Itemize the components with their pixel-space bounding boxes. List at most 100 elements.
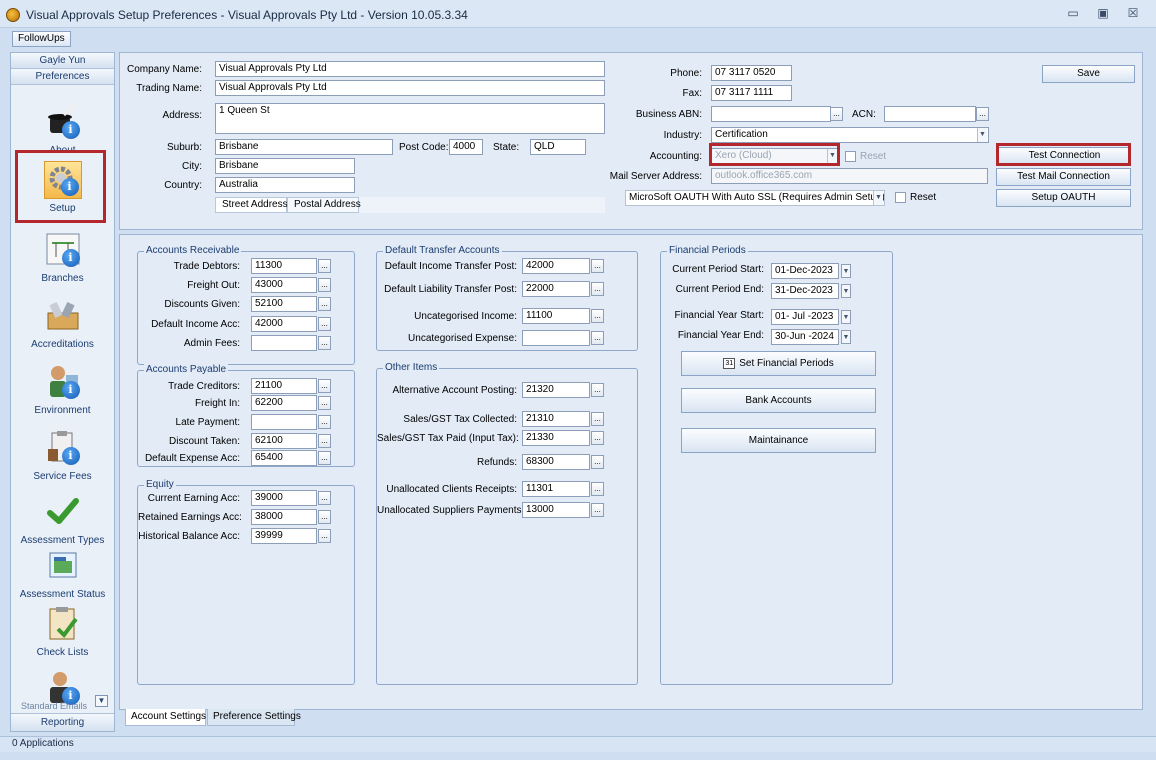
acn-lookup-button[interactable]: ... — [976, 107, 989, 121]
sidebar-item-branches[interactable]: i Branches — [11, 231, 114, 284]
acn-field[interactable] — [884, 106, 976, 122]
sidebar-item-accreditations[interactable]: Accreditations — [11, 297, 114, 350]
company-name-field[interactable]: Visual Approvals Pty Ltd — [215, 61, 605, 77]
sidebar-item-about[interactable]: i About — [11, 103, 114, 156]
chevron-down-icon[interactable]: ▼ — [841, 330, 851, 344]
gst-paid-field[interactable]: 21330 — [522, 430, 590, 446]
tab-preference-settings[interactable]: Preference Settings — [207, 709, 301, 726]
current-earning-lookup-button[interactable]: ... — [318, 491, 331, 505]
retained-earnings-field[interactable]: 38000 — [251, 509, 317, 525]
unallocated-suppliers-lookup-button[interactable]: ... — [591, 503, 604, 517]
refunds-lookup-button[interactable]: ... — [591, 455, 604, 469]
discount-taken-field[interactable]: 62100 — [251, 433, 317, 449]
trade-debtors-field[interactable]: 11300 — [251, 258, 317, 274]
alt-account-posting-lookup-button[interactable]: ... — [591, 383, 604, 397]
uncategorised-expense-field[interactable] — [522, 330, 590, 346]
fy-start-field[interactable]: 01- Jul -2023 — [771, 309, 839, 325]
income-transfer-field[interactable]: 42000 — [522, 258, 590, 274]
city-field[interactable]: Brisbane — [215, 158, 355, 174]
liability-transfer-lookup-button[interactable]: ... — [591, 282, 604, 296]
chevron-down-icon[interactable]: ▼ — [873, 191, 883, 205]
retained-earnings-lookup-button[interactable]: ... — [318, 510, 331, 524]
alt-account-posting-field[interactable]: 21320 — [522, 382, 590, 398]
trade-creditors-lookup-button[interactable]: ... — [318, 379, 331, 393]
auth-reset-checkbox[interactable] — [895, 192, 906, 203]
sidebar-item-standard-emails[interactable]: Standard Emails — [21, 701, 87, 711]
save-button[interactable]: Save — [1042, 65, 1135, 83]
uncategorised-income-lookup-button[interactable]: ... — [591, 309, 604, 323]
sidebar-item-environment[interactable]: i Environment — [11, 363, 114, 416]
abn-field[interactable] — [711, 106, 831, 122]
postcode-field[interactable]: 4000 — [449, 139, 483, 155]
historical-balance-field[interactable]: 39999 — [251, 528, 317, 544]
unallocated-clients-lookup-button[interactable]: ... — [591, 482, 604, 496]
admin-fees-lookup-button[interactable]: ... — [318, 336, 331, 350]
sidebar-section-reporting[interactable]: Reporting — [11, 713, 114, 731]
income-transfer-lookup-button[interactable]: ... — [591, 259, 604, 273]
current-period-end-field[interactable]: 31-Dec-2023 — [771, 283, 839, 299]
country-field[interactable]: Australia — [215, 177, 355, 193]
liability-transfer-field[interactable]: 22000 — [522, 281, 590, 297]
uncategorised-income-field[interactable]: 11100 — [522, 308, 590, 324]
minimize-icon[interactable]: ▭ — [1064, 6, 1082, 20]
chevron-down-icon[interactable]: ▼ — [841, 310, 851, 324]
tab-account-settings[interactable]: Account Settings — [125, 709, 206, 726]
trade-debtors-lookup-button[interactable]: ... — [318, 259, 331, 273]
fax-field[interactable]: 07 3117 1111 — [711, 85, 792, 101]
discounts-given-field[interactable]: 52100 — [251, 296, 317, 312]
setup-oauth-button[interactable]: Setup OAUTH — [996, 189, 1131, 207]
trading-name-field[interactable]: Visual Approvals Pty Ltd — [215, 80, 605, 96]
fy-end-field[interactable]: 30-Jun -2024 — [771, 329, 839, 345]
historical-balance-lookup-button[interactable]: ... — [318, 529, 331, 543]
followups-button[interactable]: FollowUps — [12, 31, 71, 47]
sidebar-item-check-lists[interactable]: Check Lists — [11, 605, 114, 658]
freight-in-lookup-button[interactable]: ... — [318, 396, 331, 410]
discounts-given-lookup-button[interactable]: ... — [318, 297, 331, 311]
late-payment-lookup-button[interactable]: ... — [318, 415, 331, 429]
trade-creditors-field[interactable]: 21100 — [251, 378, 317, 394]
default-income-field[interactable]: 42000 — [251, 316, 317, 332]
gst-paid-lookup-button[interactable]: ... — [591, 431, 604, 445]
chevron-down-icon[interactable]: ▼ — [977, 128, 987, 142]
chevron-down-icon[interactable]: ▼ — [841, 284, 851, 298]
sidebar-item-assessment-status[interactable]: Assessment Status — [11, 547, 114, 600]
default-expense-lookup-button[interactable]: ... — [318, 451, 331, 465]
auth-mode-select[interactable]: MicroSoft OAUTH With Auto SSL (Requires … — [625, 190, 885, 206]
current-period-start-field[interactable]: 01-Dec-2023 — [771, 263, 839, 279]
unallocated-suppliers-field[interactable]: 13000 — [522, 502, 590, 518]
uncategorised-expense-lookup-button[interactable]: ... — [591, 331, 604, 345]
close-icon[interactable]: ☒ — [1124, 6, 1142, 20]
gst-collected-field[interactable]: 21310 — [522, 411, 590, 427]
industry-select[interactable]: Certification — [711, 127, 989, 143]
maintainance-button[interactable]: Maintainance — [681, 428, 876, 453]
state-field[interactable]: QLD — [530, 139, 586, 155]
sidebar-item-assessment-types[interactable]: Assessment Types — [11, 493, 114, 546]
phone-field[interactable]: 07 3117 0520 — [711, 65, 792, 81]
unallocated-clients-field[interactable]: 11301 — [522, 481, 590, 497]
gst-collected-lookup-button[interactable]: ... — [591, 412, 604, 426]
suburb-field[interactable]: Brisbane — [215, 139, 393, 155]
abn-lookup-button[interactable]: ... — [830, 107, 843, 121]
address-field[interactable]: 1 Queen St — [215, 103, 605, 134]
refunds-field[interactable]: 68300 — [522, 454, 590, 470]
maximize-icon[interactable]: ▣ — [1094, 6, 1112, 20]
sidebar-section-preferences[interactable]: Preferences — [11, 69, 114, 85]
sidebar-scroll-down-icon[interactable]: ▼ — [95, 695, 108, 707]
bank-accounts-button[interactable]: Bank Accounts — [681, 388, 876, 413]
late-payment-field[interactable] — [251, 414, 317, 430]
freight-in-field[interactable]: 62200 — [251, 395, 317, 411]
sidebar-user[interactable]: Gayle Yun — [11, 53, 114, 69]
current-earning-field[interactable]: 39000 — [251, 490, 317, 506]
set-financial-periods-button[interactable]: 31 Set Financial Periods — [681, 351, 876, 376]
sidebar-item-service-fees[interactable]: i Service Fees — [11, 429, 114, 482]
tab-street-address[interactable]: Street Address — [215, 197, 288, 213]
default-income-lookup-button[interactable]: ... — [318, 317, 331, 331]
mail-server-field[interactable]: outlook.office365.com — [711, 168, 988, 184]
admin-fees-field[interactable] — [251, 335, 317, 351]
freight-out-field[interactable]: 43000 — [251, 277, 317, 293]
tab-postal-address[interactable]: Postal Address — [287, 197, 361, 213]
chevron-down-icon[interactable]: ▼ — [841, 264, 851, 278]
default-expense-field[interactable]: 65400 — [251, 450, 317, 466]
freight-out-lookup-button[interactable]: ... — [318, 278, 331, 292]
accounting-reset-checkbox[interactable] — [845, 151, 856, 162]
